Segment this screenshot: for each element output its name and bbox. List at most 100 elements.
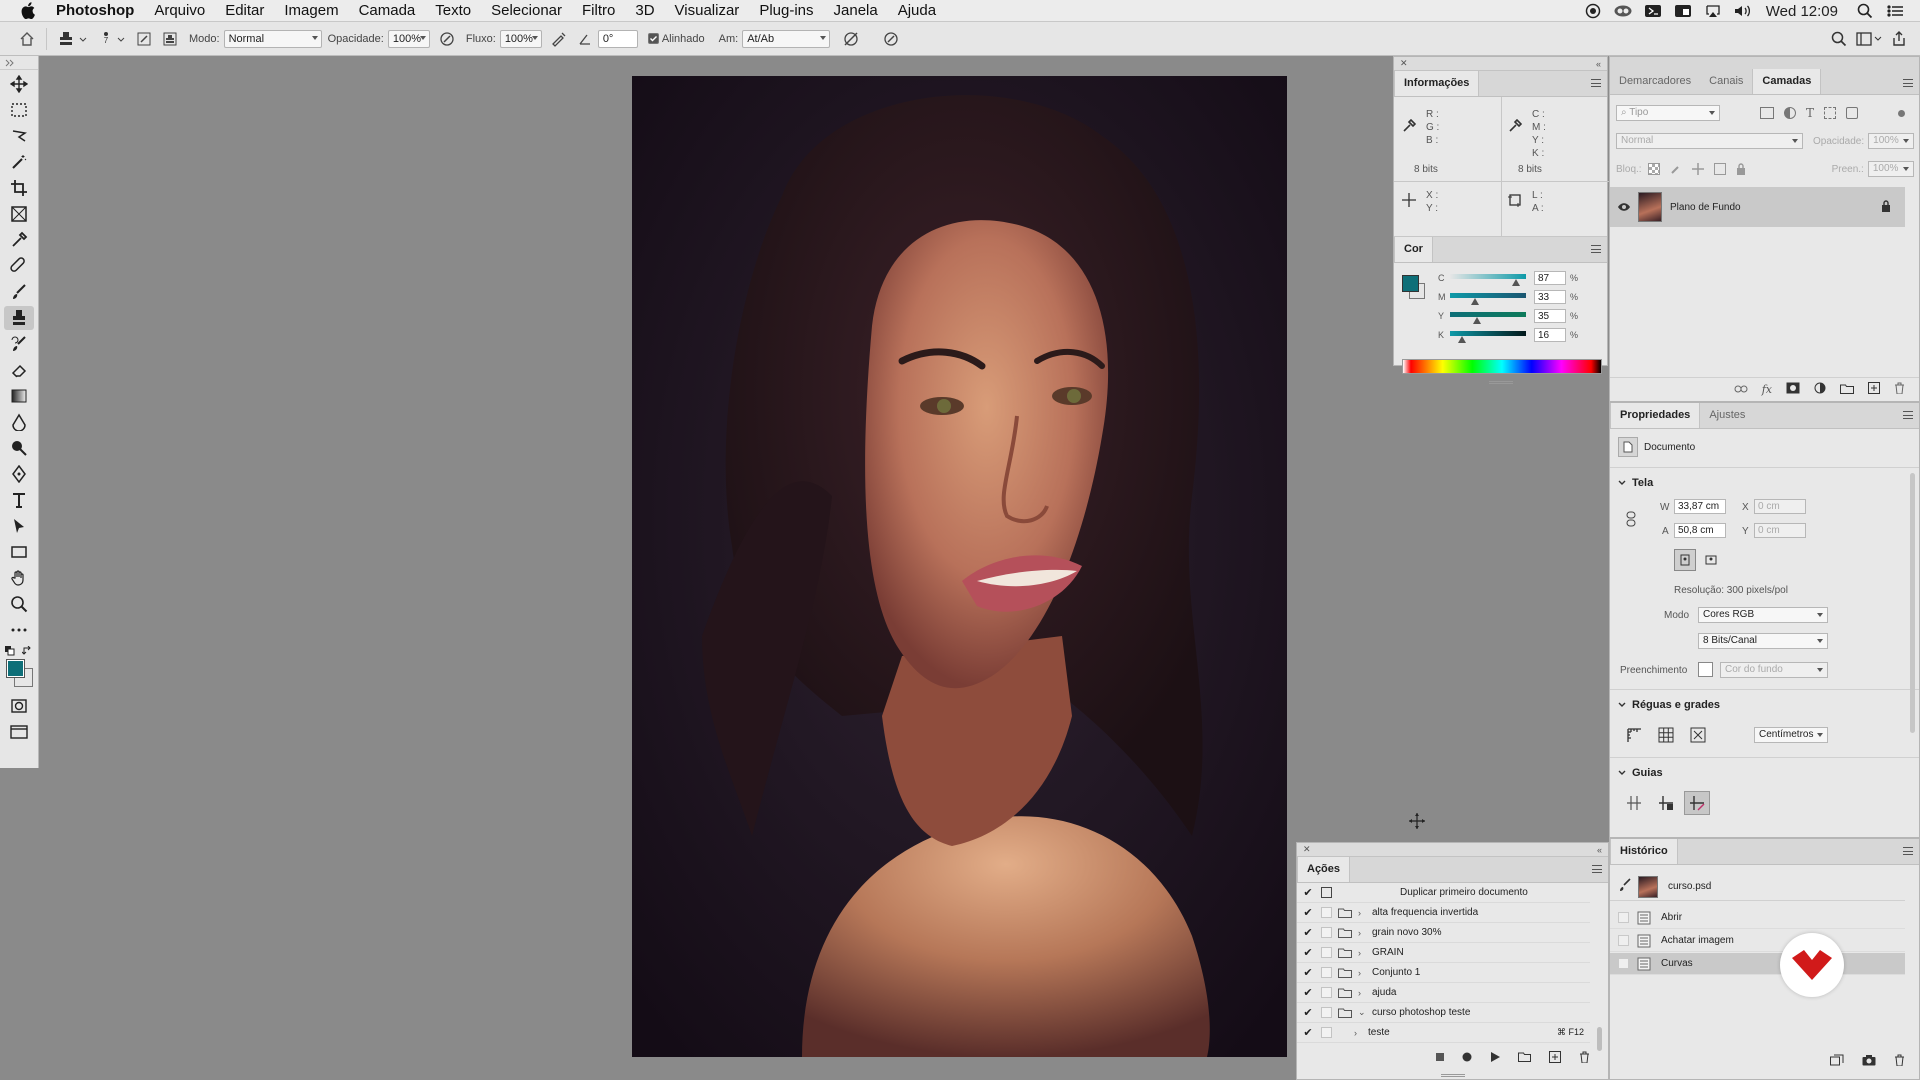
swap-colors-icon[interactable] [21, 645, 32, 656]
slider-thumb[interactable] [1472, 317, 1481, 324]
add-mask-icon[interactable] [1786, 382, 1800, 397]
fill-input[interactable]: 100% [1867, 161, 1914, 177]
color-mode-select[interactable]: Cores RGB [1698, 607, 1828, 623]
foreground-color-swatch[interactable] [6, 659, 25, 678]
guides-icon[interactable] [1626, 795, 1642, 814]
dialog-toggle-icon[interactable] [1321, 887, 1332, 898]
fill-background-select[interactable]: Cor do fundo [1720, 662, 1828, 678]
history-source-box[interactable] [1618, 935, 1629, 946]
menu-plugins[interactable]: Plug-ins [749, 0, 823, 22]
panel-header[interactable]: ✕ « [1297, 843, 1608, 857]
action-check-icon[interactable]: ✔ [1301, 986, 1315, 999]
chevron-down-icon[interactable]: ⌄ [1358, 1007, 1366, 1018]
slider-thumb[interactable] [1512, 279, 1521, 286]
preset-chevron-icon[interactable] [79, 35, 87, 43]
clone-stamp-tool-icon[interactable] [4, 306, 34, 330]
opacity-input[interactable]: 100% [387, 29, 430, 48]
adjustment-layer-icon[interactable] [1814, 382, 1826, 397]
history-snapshot-row[interactable]: curso.psd [1610, 873, 1905, 901]
history-source-box[interactable] [1618, 912, 1629, 923]
pixel-grid-icon[interactable] [1690, 727, 1706, 746]
type-tool-icon[interactable] [4, 488, 34, 512]
lock-pixels-icon[interactable] [1670, 163, 1682, 175]
layer-row[interactable]: Plano de Fundo [1610, 187, 1905, 227]
tela-section-header[interactable]: Tela [1618, 477, 1653, 489]
dialog-toggle-box[interactable] [1321, 947, 1332, 958]
bit-depth-select[interactable]: 8 Bits/Canal [1698, 633, 1828, 649]
collapse-icon[interactable]: « [1596, 59, 1601, 69]
rulers-section-header[interactable]: Réguas e grades [1618, 699, 1720, 711]
aligned-checkbox[interactable] [647, 33, 659, 44]
move-tool-icon[interactable] [4, 72, 34, 96]
guides-section-header[interactable]: Guias [1618, 767, 1663, 779]
menu-texto[interactable]: Texto [425, 0, 481, 22]
delete-state-icon[interactable] [1894, 1054, 1905, 1069]
hand-tool-icon[interactable] [4, 566, 34, 590]
action-row[interactable]: ✔ › GRAIN [1297, 943, 1590, 963]
action-check-icon[interactable]: ✔ [1301, 886, 1315, 899]
history-state-row[interactable]: Achatar imagem [1610, 930, 1905, 952]
snapshot-camera-icon[interactable] [1862, 1054, 1876, 1069]
lock-guides-icon[interactable] [1658, 795, 1674, 814]
filter-toggle-icon[interactable] [1898, 109, 1906, 117]
chevron-right-icon[interactable]: › [1358, 908, 1366, 918]
flow-input[interactable]: 100% [499, 29, 542, 48]
airplay-icon[interactable] [1702, 3, 1724, 19]
chevron-right-icon[interactable]: › [1358, 928, 1366, 938]
link-layers-icon[interactable] [1734, 384, 1748, 396]
layer-filter-select[interactable]: ⌕ Tipo [1616, 105, 1720, 121]
panel-menu-icon[interactable] [1903, 79, 1913, 87]
spotlight-search-icon[interactable] [1854, 3, 1876, 19]
menu-editar[interactable]: Editar [215, 0, 274, 22]
lock-position-icon[interactable] [1691, 163, 1704, 175]
chevron-right-icon[interactable]: › [1358, 988, 1366, 998]
close-icon[interactable]: ✕ [1400, 58, 1408, 69]
volume-icon[interactable] [1732, 3, 1754, 19]
apple-icon[interactable] [20, 2, 36, 19]
landscape-orientation-button[interactable] [1700, 549, 1722, 571]
color-swatches[interactable] [0, 644, 39, 692]
chevron-right-icon[interactable]: › [1354, 1028, 1362, 1038]
search-icon[interactable] [1828, 28, 1850, 50]
dialog-toggle-box[interactable] [1321, 1027, 1332, 1038]
brush-tool-icon[interactable] [4, 280, 34, 304]
screen-share-icon[interactable] [1672, 3, 1694, 19]
lock-artboard-icon[interactable] [1713, 163, 1726, 175]
brush-chevron-icon[interactable] [117, 35, 125, 43]
dialog-toggle-box[interactable] [1321, 967, 1332, 978]
tab-acoes[interactable]: Ações [1297, 857, 1351, 882]
home-icon[interactable] [16, 28, 38, 50]
rectangle-tool-icon[interactable] [4, 540, 34, 564]
width-input[interactable]: 33,87 cm [1674, 499, 1726, 514]
eraser-tool-icon[interactable] [4, 358, 34, 382]
eyedropper-tool-icon[interactable] [4, 228, 34, 252]
filter-pixel-icon[interactable] [1760, 107, 1774, 119]
tab-cor[interactable]: Cor [1394, 237, 1433, 262]
action-check-icon[interactable]: ✔ [1301, 1006, 1315, 1019]
tools-panel-header[interactable] [0, 56, 38, 70]
record-icon[interactable] [1582, 3, 1604, 19]
link-dimensions-icon[interactable] [1626, 511, 1636, 530]
action-row[interactable]: ✔ › teste ⌘ F12 [1297, 1023, 1590, 1043]
blend-mode-select[interactable]: Normal [1616, 133, 1803, 149]
frame-tool-icon[interactable] [4, 202, 34, 226]
slider-value-input[interactable]: 16 [1534, 328, 1566, 342]
tab-demarcadores[interactable]: Demarcadores [1610, 69, 1700, 94]
action-check-icon[interactable]: ✔ [1301, 966, 1315, 979]
new-set-icon[interactable] [1518, 1051, 1531, 1065]
panel-menu-icon[interactable] [1592, 865, 1602, 873]
visibility-eye-icon[interactable] [1610, 202, 1638, 212]
tab-camadas[interactable]: Camadas [1752, 69, 1822, 94]
pressure-size-icon[interactable] [880, 28, 902, 50]
dialog-toggle-box[interactable] [1321, 1007, 1332, 1018]
angle-icon[interactable] [574, 28, 596, 50]
slider-thumb[interactable] [1458, 336, 1467, 343]
more-tools-icon[interactable] [4, 618, 34, 642]
app-status-icon[interactable] [1642, 3, 1664, 19]
action-row[interactable]: ✔ › alta frequencia invertida [1297, 903, 1590, 923]
spectrum-bar[interactable] [1402, 359, 1602, 374]
new-document-from-state-icon[interactable] [1830, 1054, 1844, 1069]
rulers-icon[interactable] [1626, 727, 1642, 746]
smart-guides-button[interactable] [1684, 791, 1710, 815]
dialog-toggle-box[interactable] [1321, 987, 1332, 998]
